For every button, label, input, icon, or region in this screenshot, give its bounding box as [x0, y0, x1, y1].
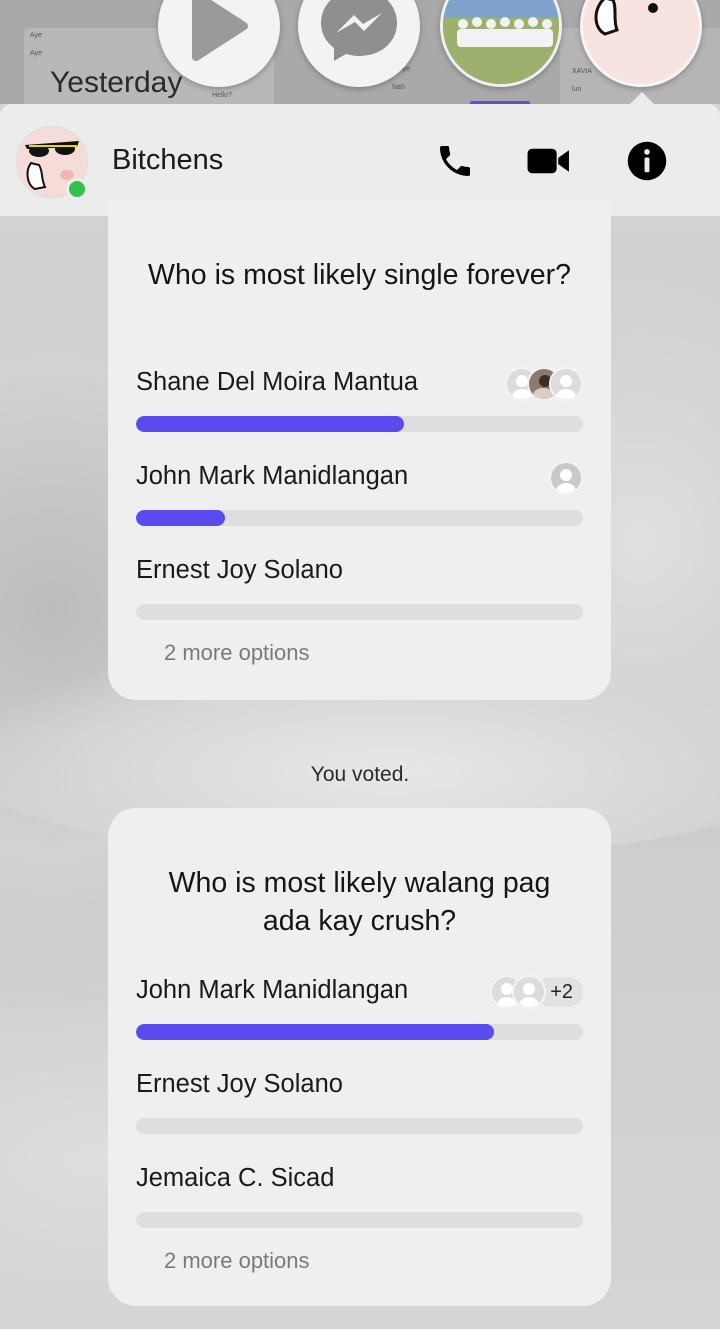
poll-option[interactable]: John Mark Manidlangan +2 — [136, 975, 583, 1056]
conversation-name[interactable]: Bitchens — [112, 144, 223, 177]
poll-progress-track — [136, 416, 583, 432]
system-message: You voted. — [310, 763, 410, 786]
poll-option-label: John Mark Manidlangan — [136, 976, 409, 1004]
poll-option-label: John Mark Manidlangan — [136, 462, 409, 490]
video-call-button[interactable] — [526, 138, 572, 184]
poll-progress-fill — [136, 416, 405, 432]
poll-option-label: Ernest Joy Solano — [136, 1070, 343, 1098]
poll-progress-track — [136, 1212, 583, 1228]
poll-progress-fill — [136, 1024, 494, 1040]
voter-avatars[interactable] — [505, 367, 583, 401]
poll-progress-fill — [136, 510, 226, 526]
more-options-link[interactable]: 2 more options — [164, 1248, 310, 1274]
poll-card[interactable]: Who is most likely walang pag ada kay cr… — [108, 808, 611, 1306]
poll-option[interactable]: Shane Del Moira Mantua — [136, 367, 583, 448]
video-camera-icon — [527, 148, 569, 174]
sunglasses-avatar — [594, 0, 658, 36]
poll-progress-track — [136, 510, 583, 526]
poll-card[interactable]: Who is most likely single forever? Shane… — [108, 200, 611, 700]
peek-snippet: lun — [572, 86, 582, 93]
poll-option-label: Jemaica C. Sicad — [136, 1164, 335, 1192]
poll-option[interactable]: John Mark Manidlangan — [136, 461, 583, 542]
poll-question: Who is most likely single forever? — [148, 259, 571, 291]
peek-day-label: Yesterday — [50, 66, 183, 99]
peek-snippet: Aye — [30, 32, 42, 39]
poll-option-label: Shane Del Moira Mantua — [136, 368, 419, 396]
voter-avatar — [549, 367, 583, 401]
poll-progress-track — [136, 1024, 583, 1040]
poll-progress-track — [136, 1118, 583, 1134]
peek-snippet: XAVIA — [572, 68, 593, 75]
more-options-link[interactable]: 2 more options — [164, 640, 310, 666]
voter-avatar — [512, 975, 547, 1009]
voter-avatars[interactable]: +2 — [490, 975, 583, 1009]
poll-option[interactable]: Ernest Joy Solano — [136, 1070, 583, 1150]
voter-avatars[interactable] — [549, 461, 583, 495]
poll-option[interactable]: Ernest Joy Solano — [136, 556, 583, 636]
poll-option[interactable]: Jemaica C. Sicad — [136, 1164, 583, 1244]
peek-snippet: Aye — [30, 50, 42, 57]
info-icon — [627, 141, 667, 181]
online-indicator — [66, 178, 88, 200]
phone-icon — [440, 146, 470, 176]
poll-option-label: Ernest Joy Solano — [136, 556, 343, 584]
chat-head-pointer — [630, 92, 654, 104]
poll-progress-track — [136, 604, 583, 620]
peek-snippet: Nah — [392, 84, 405, 91]
poll-question: Who is most likely walang pag ada kay cr… — [168, 867, 551, 937]
voter-avatar — [549, 461, 583, 495]
conversation-info-button[interactable] — [624, 138, 670, 184]
peek-snippet: Hello? — [212, 92, 232, 99]
audio-call-button[interactable] — [432, 138, 478, 184]
